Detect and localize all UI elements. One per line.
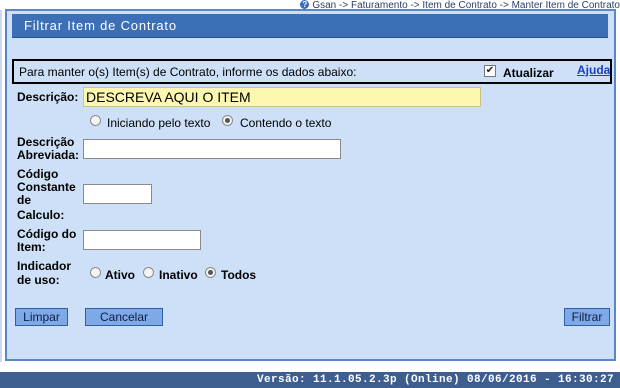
descricao-abreviada-input[interactable] [83,139,341,159]
descricao-input[interactable]: DESCREVA AQUI O ITEM [83,87,481,107]
panel-title: Filtrar Item de Contrato [12,14,608,38]
radio-iniciando[interactable] [90,115,101,126]
indicador-label-1: Indicador [17,259,72,273]
filtrar-button[interactable]: Filtrar [564,308,610,326]
left-frame-edge [0,10,2,362]
descricao-abreviada-label-2: Abreviada: [17,148,80,162]
radio-ativo[interactable] [90,267,101,278]
help-circle-icon: ? [300,0,310,9]
version-footer: Versão: 11.1.05.2.3p (Online) 08/06/2016… [0,372,620,388]
radio-contendo-label: Contendo o texto [240,116,332,130]
descricao-label: Descrição: [17,90,79,104]
info-bar: Para manter o(s) Item(s) de Contrato, in… [12,59,612,84]
radio-inativo[interactable] [143,267,154,278]
radio-todos[interactable] [205,267,216,278]
filter-panel: Filtrar Item de Contrato Para manter o(s… [5,9,616,361]
radio-contendo[interactable] [222,115,233,126]
update-checkbox[interactable]: ✔ [484,65,496,77]
radio-todos-label: Todos [221,268,257,282]
limpar-button[interactable]: Limpar [15,308,68,326]
help-link[interactable]: Ajuda [577,63,610,77]
codigo-constante-label-4: Calculo: [17,208,65,222]
update-label: Atualizar [503,66,554,80]
codigo-constante-input[interactable] [83,184,152,204]
codigo-item-input[interactable] [83,230,201,250]
info-text: Para manter o(s) Item(s) de Contrato, in… [19,65,357,79]
codigo-constante-label-3: de [17,193,32,207]
radio-ativo-label: Ativo [105,268,135,282]
radio-inativo-label: Inativo [159,268,198,282]
indicador-label-2: de uso: [17,273,60,287]
cancelar-button[interactable]: Cancelar [85,308,163,326]
codigo-item-label-2: Item: [17,240,46,254]
radio-iniciando-label: Iniciando pelo texto [107,116,211,130]
